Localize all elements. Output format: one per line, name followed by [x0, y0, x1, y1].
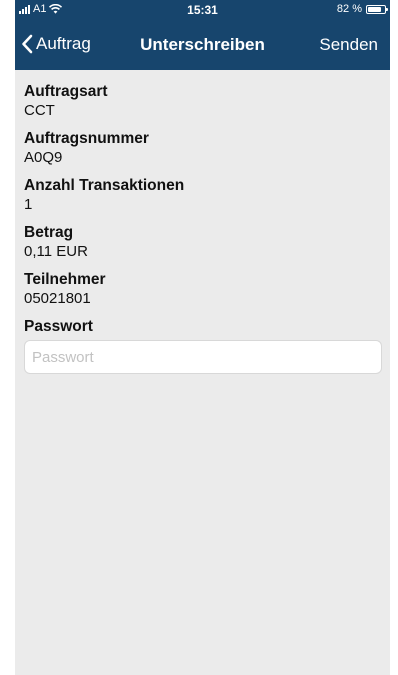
back-button[interactable]: Auftrag: [21, 34, 91, 54]
field-value: 0,11 EUR: [24, 243, 88, 260]
phone-screen: A1 15:31 82 % Auftrag Unterschreiben Sen…: [15, 0, 390, 675]
field-label: Betrag: [24, 224, 74, 241]
field-label: Auftragsart: [24, 83, 108, 100]
field-label: Auftragsnummer: [24, 130, 149, 147]
field-value: 05021801: [24, 290, 91, 307]
battery-nub: [386, 7, 388, 11]
status-bar-right: 82 %: [336, 3, 388, 15]
send-button[interactable]: Senden: [319, 35, 378, 55]
field-value: A0Q9: [24, 149, 63, 166]
signing-details: Auftragsart CCT Auftragsnummer A0Q9 Anza…: [15, 70, 390, 374]
status-bar: A1 15:31 82 %: [15, 0, 390, 20]
password-label: Passwort: [24, 318, 93, 335]
field-participant: Teilnehmer 05021801: [24, 270, 382, 308]
field-label: Teilnehmer: [24, 271, 106, 288]
status-time: 15:31: [187, 3, 218, 17]
battery-percentage: 82 %: [336, 3, 362, 15]
battery-icon: [366, 4, 388, 14]
field-order-type: Auftragsart CCT: [24, 82, 382, 120]
field-transaction-count: Anzahl Transaktionen 1: [24, 176, 382, 214]
battery-level: [368, 6, 381, 12]
field-value: CCT: [24, 102, 55, 119]
back-button-label: Auftrag: [36, 34, 91, 53]
field-value: 1: [24, 196, 33, 213]
navigation-bar: Auftrag Unterschreiben Senden: [15, 20, 390, 70]
field-amount: Betrag 0,11 EUR: [24, 223, 382, 261]
field-order-number: Auftragsnummer A0Q9: [24, 129, 382, 167]
field-password: Passwort: [24, 317, 382, 374]
chevron-left-icon: [22, 34, 33, 54]
field-label: Anzahl Transaktionen: [24, 177, 185, 194]
password-input[interactable]: [24, 340, 382, 374]
